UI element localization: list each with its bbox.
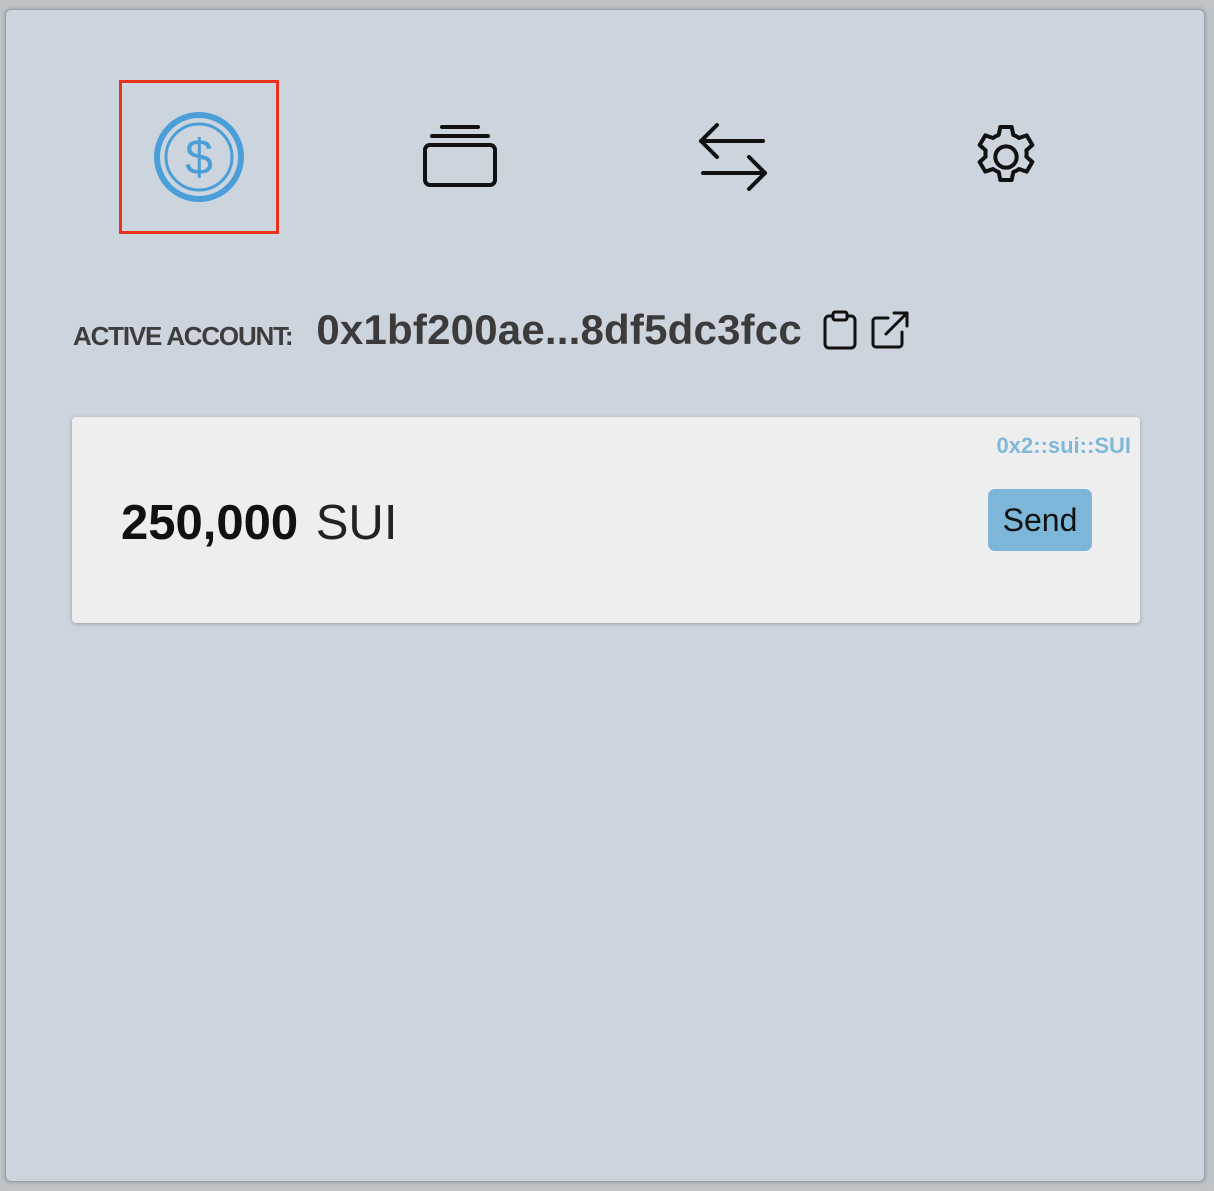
gear-icon xyxy=(977,125,1035,182)
nav-tab-coins[interactable]: $ xyxy=(119,80,279,234)
coin-type-label: 0x2::sui::SUI xyxy=(996,433,1131,458)
account-address: 0x1bf200ae...8df5dc3fcc xyxy=(316,306,802,353)
main-nav: $ xyxy=(6,80,1204,240)
open-explorer-button[interactable] xyxy=(870,308,910,352)
nav-tab-nfts[interactable] xyxy=(380,80,540,234)
active-account-label: ACTIVE ACCOUNT: xyxy=(73,320,294,351)
external-link-icon xyxy=(871,311,909,349)
wallet-window: $ ACTIVE ACCOUNT: 0x1bf200ae...8df5dc3fc… xyxy=(5,9,1205,1182)
dollar-coin-icon: $ xyxy=(154,112,244,202)
coin-amount: 250,000 xyxy=(121,496,299,550)
nav-tab-transactions[interactable] xyxy=(653,80,813,234)
svg-text:$: $ xyxy=(185,129,213,185)
coin-symbol: SUI xyxy=(315,496,398,550)
coin-card: 0x2::sui::SUI 250,000 SUI Send xyxy=(72,417,1140,623)
active-account-row: ACTIVE ACCOUNT: 0x1bf200ae...8df5dc3fcc xyxy=(73,298,920,362)
copy-address-button[interactable] xyxy=(820,308,860,352)
send-button[interactable]: Send xyxy=(988,489,1092,551)
swap-arrows-icon xyxy=(699,123,767,191)
coin-balance: 250,000 SUI xyxy=(121,495,397,551)
clipboard-icon xyxy=(823,310,857,350)
nav-tab-settings[interactable] xyxy=(926,80,1086,234)
stacked-cards-icon xyxy=(423,125,497,187)
